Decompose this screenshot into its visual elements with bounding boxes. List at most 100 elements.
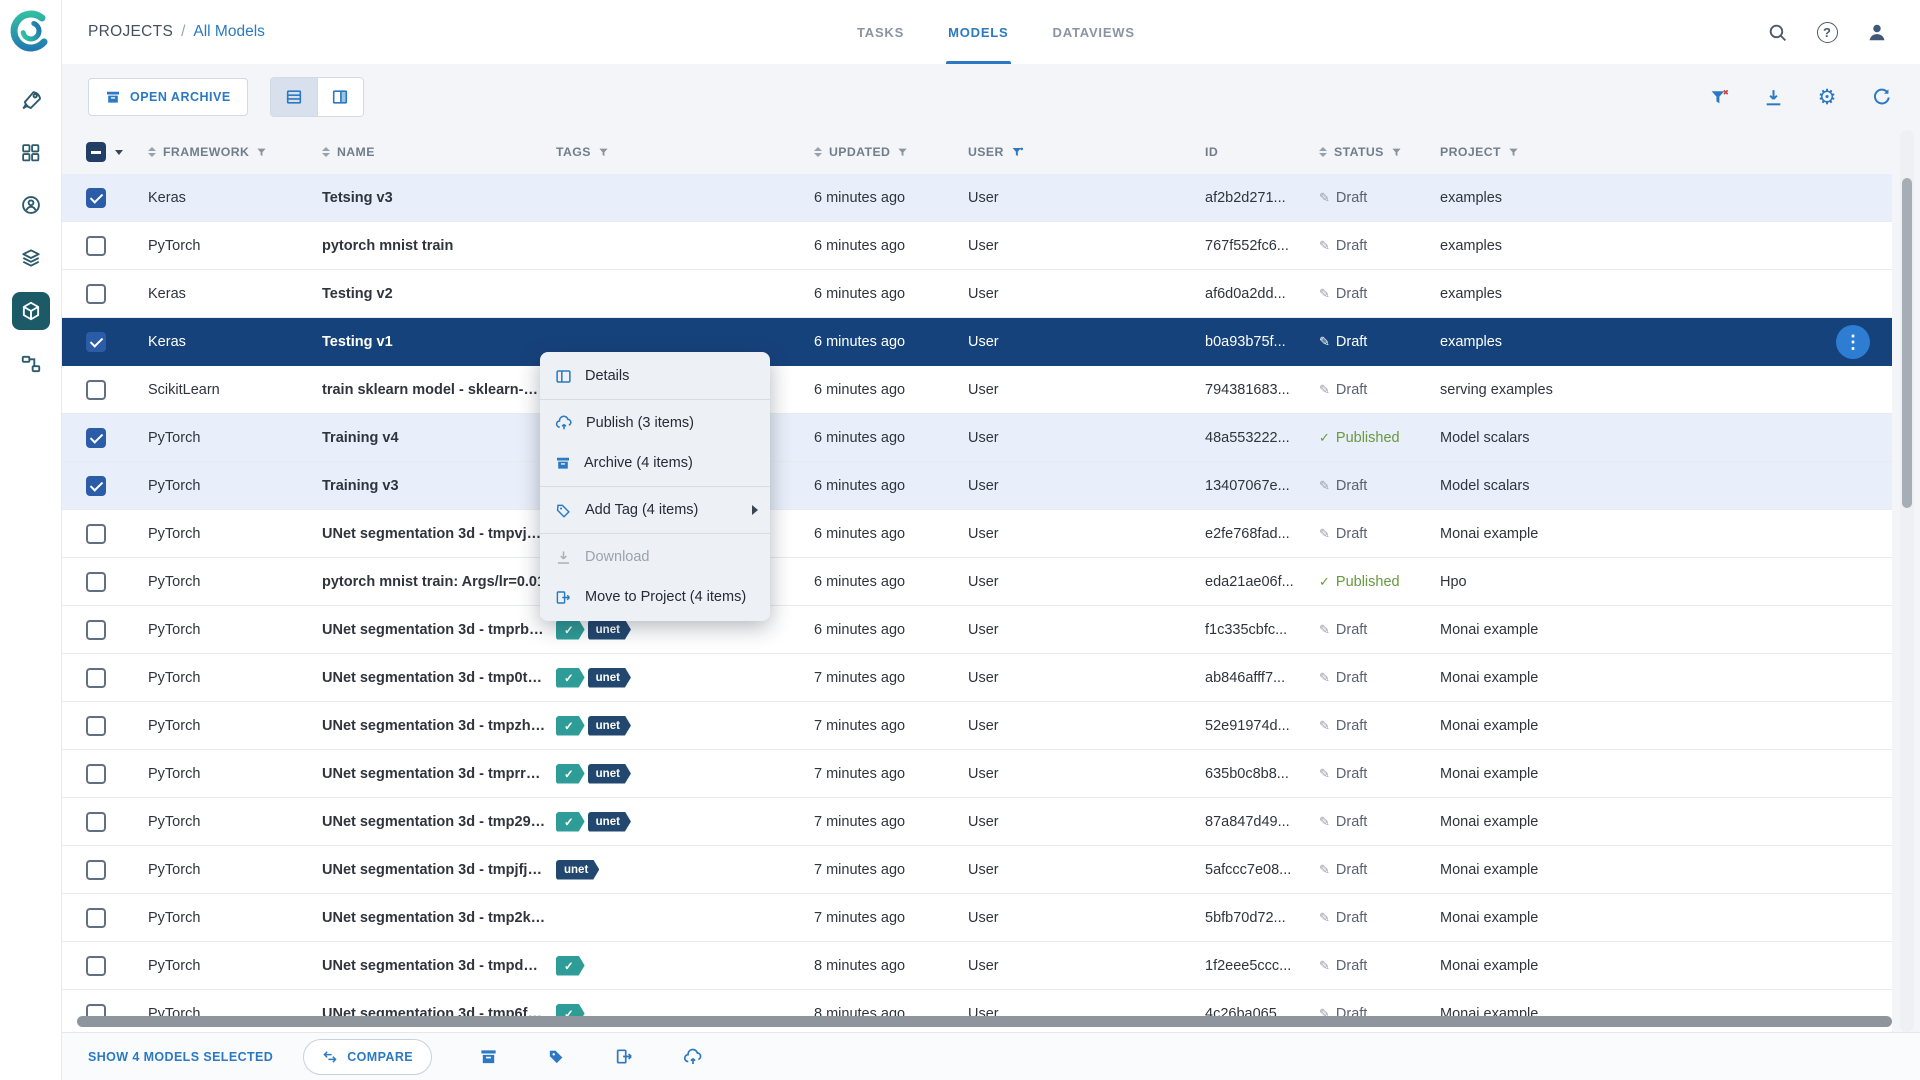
column-header-updated[interactable]: UPDATED bbox=[814, 145, 968, 159]
refresh-button[interactable] bbox=[1868, 84, 1894, 110]
column-header-project[interactable]: PROJECT bbox=[1440, 145, 1892, 159]
model-name[interactable]: Testing v1 bbox=[322, 318, 556, 366]
model-name[interactable]: pytorch mnist train: Args/lr=0.01 bbox=[322, 558, 556, 606]
model-name[interactable]: Training v4 bbox=[322, 414, 556, 462]
row-checkbox[interactable] bbox=[86, 235, 106, 256]
row-checkbox[interactable] bbox=[86, 955, 106, 976]
column-header-status[interactable]: STATUS bbox=[1319, 145, 1440, 159]
table-row[interactable]: PyTorch UNet segmentation 3d - tmpjfjpv.… bbox=[62, 846, 1892, 894]
select-dropdown-caret[interactable] bbox=[115, 149, 123, 155]
sort-icon[interactable] bbox=[814, 147, 822, 157]
open-archive-button[interactable]: OPEN ARCHIVE bbox=[88, 78, 248, 116]
model-name[interactable]: UNet segmentation 3d - tmpzh0... bbox=[322, 702, 556, 750]
menu-item-download[interactable]: Download bbox=[540, 537, 770, 577]
model-name[interactable]: UNet segmentation 3d - tmpdm4... bbox=[322, 942, 556, 990]
user-menu-button[interactable] bbox=[1860, 15, 1894, 49]
clear-filters-button[interactable] bbox=[1706, 84, 1732, 110]
clearml-logo[interactable] bbox=[8, 8, 54, 54]
column-header-framework[interactable]: FRAMEWORK bbox=[148, 145, 322, 159]
tab-models[interactable]: MODELS bbox=[946, 0, 1011, 64]
menu-item-move-to-project[interactable]: Move to Project (4 items) bbox=[540, 577, 770, 617]
table-row[interactable]: PyTorch Training v3 6 minutes ago User 1… bbox=[62, 462, 1892, 510]
sidebar-item-datasets[interactable] bbox=[12, 239, 50, 277]
model-name[interactable]: Tetsing v3 bbox=[322, 174, 556, 222]
model-name[interactable]: UNet segmentation 3d - tmpvjhyl... bbox=[322, 510, 556, 558]
row-checkbox[interactable] bbox=[86, 571, 106, 592]
model-name[interactable]: pytorch mnist train bbox=[322, 222, 556, 270]
model-name[interactable]: UNet segmentation 3d - tmp0tu... bbox=[322, 654, 556, 702]
model-name[interactable]: train sklearn model - sklearn-mo... bbox=[322, 366, 556, 414]
filter-icon[interactable] bbox=[256, 147, 267, 158]
filter-icon[interactable] bbox=[1508, 147, 1519, 158]
row-checkbox[interactable] bbox=[86, 859, 106, 880]
table-row[interactable]: PyTorch UNet segmentation 3d - tmpvjhyl.… bbox=[62, 510, 1892, 558]
model-name[interactable]: UNet segmentation 3d - tmprrae... bbox=[322, 750, 556, 798]
archive-selected-button[interactable] bbox=[476, 1044, 502, 1070]
row-checkbox[interactable] bbox=[86, 523, 106, 544]
sidebar-item-dashboard[interactable] bbox=[12, 133, 50, 171]
table-row[interactable]: PyTorch pytorch mnist train: Args/lr=0.0… bbox=[62, 558, 1892, 606]
row-checkbox[interactable] bbox=[86, 715, 106, 736]
table-row[interactable]: PyTorch UNet segmentation 3d - tmp2kr0..… bbox=[62, 894, 1892, 942]
model-name[interactable]: UNet segmentation 3d - tmp29rf... bbox=[322, 798, 556, 846]
table-row[interactable]: PyTorch pytorch mnist train 6 minutes ag… bbox=[62, 222, 1892, 270]
filter-icon[interactable] bbox=[598, 147, 609, 158]
row-checkbox[interactable] bbox=[86, 475, 106, 496]
table-row[interactable]: Keras Testing v1 6 minutes ago User b0a9… bbox=[62, 318, 1892, 366]
publish-selected-button[interactable] bbox=[680, 1044, 706, 1070]
menu-item-add-tag[interactable]: Add Tag (4 items) bbox=[540, 490, 770, 530]
sort-icon[interactable] bbox=[1319, 147, 1327, 157]
table-row[interactable]: Keras Testing v2 6 minutes ago User af6d… bbox=[62, 270, 1892, 318]
row-checkbox[interactable] bbox=[86, 379, 106, 400]
row-checkbox[interactable] bbox=[86, 907, 106, 928]
model-name[interactable]: UNet segmentation 3d - tmprb9d... bbox=[322, 606, 556, 654]
menu-item-publish[interactable]: Publish (3 items) bbox=[540, 403, 770, 443]
row-checkbox[interactable] bbox=[86, 763, 106, 784]
row-checkbox[interactable] bbox=[86, 667, 106, 688]
table-row[interactable]: PyTorch UNet segmentation 3d - tmp0tu...… bbox=[62, 654, 1892, 702]
model-name[interactable]: UNet segmentation 3d - tmpjfjpv... bbox=[322, 846, 556, 894]
table-row[interactable]: PyTorch UNet segmentation 3d - tmp29rf..… bbox=[62, 798, 1892, 846]
move-to-project-selected-button[interactable] bbox=[612, 1044, 638, 1070]
table-settings-button[interactable]: ⚙ bbox=[1814, 84, 1840, 110]
table-view-button[interactable] bbox=[270, 78, 317, 116]
column-header-tags[interactable]: TAGS bbox=[556, 145, 814, 159]
column-header-id[interactable]: ID bbox=[1205, 145, 1319, 159]
menu-item-archive[interactable]: Archive (4 items) bbox=[540, 443, 770, 483]
sidebar-item-home[interactable] bbox=[12, 80, 50, 118]
tab-tasks[interactable]: TASKS bbox=[855, 0, 906, 64]
sidebar-item-pipelines[interactable] bbox=[12, 345, 50, 383]
row-checkbox[interactable] bbox=[86, 331, 106, 352]
row-checkbox[interactable] bbox=[86, 619, 106, 640]
model-name[interactable]: Testing v2 bbox=[322, 270, 556, 318]
select-all-checkbox[interactable] bbox=[86, 142, 106, 162]
sort-icon[interactable] bbox=[148, 147, 156, 157]
tab-dataviews[interactable]: DATAVIEWS bbox=[1051, 0, 1137, 64]
row-checkbox[interactable] bbox=[86, 427, 106, 448]
sidebar-item-workers[interactable] bbox=[12, 186, 50, 224]
horizontal-scrollbar-thumb[interactable] bbox=[77, 1016, 1892, 1027]
filter-active-icon[interactable] bbox=[1011, 146, 1024, 159]
column-header-name[interactable]: NAME bbox=[322, 145, 556, 159]
search-button[interactable] bbox=[1760, 15, 1794, 49]
table-row[interactable]: Keras Tetsing v3 6 minutes ago User af2b… bbox=[62, 174, 1892, 222]
show-selected-button[interactable]: SHOW 4 MODELS SELECTED bbox=[88, 1050, 273, 1064]
menu-item-details[interactable]: Details bbox=[540, 356, 770, 396]
table-row[interactable]: PyTorch UNet segmentation 3d - tmprrae..… bbox=[62, 750, 1892, 798]
filter-icon[interactable] bbox=[1391, 147, 1402, 158]
row-checkbox[interactable] bbox=[86, 811, 106, 832]
sidebar-item-models[interactable] bbox=[11, 292, 50, 330]
model-name[interactable]: UNet segmentation 3d - tmp2kr0... bbox=[322, 894, 556, 942]
table-row[interactable]: PyTorch Training v4 6 minutes ago User 4… bbox=[62, 414, 1892, 462]
split-view-button[interactable] bbox=[316, 78, 363, 116]
sort-icon[interactable] bbox=[322, 147, 330, 157]
table-row[interactable]: PyTorch UNet segmentation 3d - tmpdm4...… bbox=[62, 942, 1892, 990]
column-header-user[interactable]: USER bbox=[968, 145, 1205, 159]
download-table-button[interactable] bbox=[1760, 84, 1786, 110]
vertical-scrollbar-thumb[interactable] bbox=[1902, 178, 1912, 508]
model-name[interactable]: Training v3 bbox=[322, 462, 556, 510]
table-row[interactable]: ScikitLearn train sklearn model - sklear… bbox=[62, 366, 1892, 414]
row-menu-button[interactable]: ⋮ bbox=[1836, 325, 1870, 359]
filter-icon[interactable] bbox=[897, 147, 908, 158]
breadcrumb-projects[interactable]: PROJECTS bbox=[88, 23, 173, 41]
